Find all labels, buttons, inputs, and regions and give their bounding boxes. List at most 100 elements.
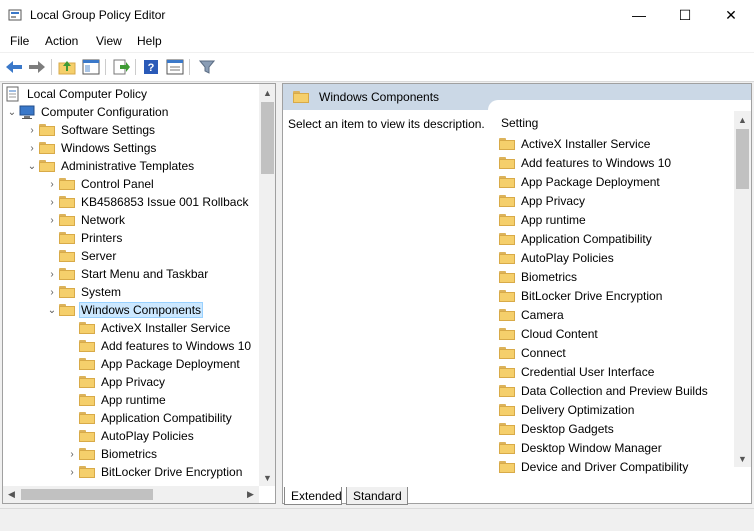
setting-list-item[interactable]: Device and Driver Compatibility	[499, 457, 688, 476]
tree-item[interactable]: Server	[45, 247, 118, 265]
folder-icon	[39, 124, 55, 136]
properties-button[interactable]	[165, 57, 185, 77]
folder-icon	[59, 250, 75, 262]
folder-icon	[499, 384, 515, 397]
setting-list-item[interactable]: App Privacy	[499, 191, 585, 210]
details-pane[interactable]: Windows Components Select an item to vie…	[282, 83, 752, 504]
filter-button[interactable]	[197, 57, 217, 77]
folder-icon	[59, 268, 75, 280]
folder-icon	[59, 304, 75, 316]
tree-item[interactable]: › BitLocker Drive Encryption	[65, 463, 244, 481]
setting-list-item[interactable]: ActiveX Installer Service	[499, 134, 650, 153]
setting-list-item[interactable]: Cloud Content	[499, 324, 598, 343]
setting-list-item[interactable]: Connect	[499, 343, 566, 362]
tree-hscroll-thumb[interactable]	[21, 489, 153, 500]
scroll-down-icon[interactable]: ▼	[734, 450, 751, 467]
setting-list-item[interactable]: Desktop Window Manager	[499, 438, 662, 457]
setting-list-item[interactable]: App runtime	[499, 210, 586, 229]
tree-item[interactable]: › Software Settings	[25, 121, 157, 139]
help-button[interactable]: ?	[141, 57, 161, 77]
title-bar: Local Group Policy Editor — ☐ ✕	[0, 0, 754, 30]
export-list-button[interactable]	[111, 57, 131, 77]
setting-label: Delivery Optimization	[521, 402, 635, 417]
tree-item[interactable]: › Control Panel	[45, 175, 156, 193]
tree-item[interactable]: Application Compatibility	[65, 409, 234, 427]
tree-item[interactable]: App runtime	[65, 391, 168, 409]
tree-item[interactable]: Printers	[45, 229, 124, 247]
menu-action[interactable]: Action	[45, 34, 78, 48]
back-button[interactable]	[4, 57, 24, 77]
scroll-up-icon[interactable]: ▲	[259, 84, 275, 101]
chevron-down-icon[interactable]: ⌄	[5, 107, 19, 118]
setting-list-item[interactable]: Credential User Interface	[499, 362, 654, 381]
setting-list-item[interactable]: Data Collection and Preview Builds	[499, 381, 708, 400]
chevron-right-icon[interactable]: ›	[65, 449, 79, 460]
forward-icon	[29, 61, 45, 73]
console-tree-pane[interactable]: Local Computer Policy ⌄ Computer Configu…	[2, 83, 276, 504]
setting-list-item[interactable]: Add features to Windows 10	[499, 153, 671, 172]
tree-item[interactable]: AutoPlay Policies	[65, 427, 196, 445]
tree-root[interactable]: Local Computer Policy	[5, 85, 149, 103]
menu-help[interactable]: Help	[137, 34, 162, 48]
tree-item[interactable]: ⌄ Administrative Templates	[25, 157, 196, 175]
tree-item[interactable]: App Package Deployment	[65, 355, 242, 373]
scroll-right-icon[interactable]: ▶	[242, 486, 259, 503]
tree-item[interactable]: App Privacy	[65, 373, 167, 391]
tree-item[interactable]: › Windows Settings	[25, 139, 158, 157]
up-one-level-button[interactable]	[57, 57, 77, 77]
tree-horizontal-scrollbar[interactable]: ◀ ▶	[3, 486, 259, 503]
setting-list-item[interactable]: Application Compatibility	[499, 229, 652, 248]
menu-file[interactable]: File	[10, 34, 29, 48]
chevron-right-icon[interactable]: ›	[25, 143, 39, 154]
chevron-right-icon[interactable]: ›	[25, 125, 39, 136]
close-button[interactable]: ✕	[708, 0, 754, 30]
scroll-down-icon[interactable]: ▼	[259, 469, 275, 486]
tab-extended[interactable]: Extended	[284, 487, 342, 505]
chevron-right-icon[interactable]: ›	[45, 287, 59, 298]
tree-item[interactable]: ⌄ Windows Components	[45, 301, 204, 319]
menu-view[interactable]: View	[96, 34, 122, 48]
setting-column-header[interactable]: Setting	[501, 116, 538, 130]
tree-item-label: Administrative Templates	[61, 159, 195, 173]
maximize-button[interactable]: ☐	[662, 0, 708, 30]
tree-vscroll-thumb[interactable]	[261, 102, 274, 174]
tab-standard[interactable]: Standard	[346, 487, 408, 505]
tree-item[interactable]: › Network	[45, 211, 127, 229]
setting-list-item[interactable]: BitLocker Drive Encryption	[499, 286, 662, 305]
chevron-down-icon[interactable]: ⌄	[25, 161, 39, 172]
tree-item[interactable]: › Start Menu and Taskbar	[45, 265, 210, 283]
setting-list-item[interactable]: App Package Deployment	[499, 172, 660, 191]
details-vertical-scrollbar[interactable]: ▲ ▼	[734, 111, 751, 467]
chevron-right-icon[interactable]: ›	[45, 269, 59, 280]
scroll-left-icon[interactable]: ◀	[3, 486, 20, 503]
tree-item-label: App Package Deployment	[101, 357, 240, 371]
show-hide-console-tree-button[interactable]	[81, 57, 101, 77]
setting-list-item[interactable]: Desktop Gadgets	[499, 419, 614, 438]
chevron-right-icon[interactable]: ›	[45, 197, 59, 208]
tree-item-label: Start Menu and Taskbar	[81, 267, 209, 281]
details-vscroll-thumb[interactable]	[736, 129, 749, 189]
computer-icon	[19, 105, 35, 119]
tree-item[interactable]: › System	[45, 283, 123, 301]
tree-vertical-scrollbar[interactable]: ▲ ▼	[259, 84, 275, 486]
details-header-title: Windows Components	[319, 90, 440, 104]
setting-list-item[interactable]: AutoPlay Policies	[499, 248, 614, 267]
forward-button[interactable]	[27, 57, 47, 77]
tree-root-label: Local Computer Policy	[27, 87, 148, 101]
tree-item[interactable]: ActiveX Installer Service	[65, 319, 232, 337]
chevron-right-icon[interactable]: ›	[65, 467, 79, 478]
tree-item[interactable]: › Biometrics	[65, 445, 159, 463]
setting-list-item[interactable]: Biometrics	[499, 267, 577, 286]
setting-label: AutoPlay Policies	[521, 250, 614, 265]
tree-item[interactable]: Add features to Windows 10	[65, 337, 253, 355]
folder-icon	[499, 346, 515, 359]
setting-list-item[interactable]: Camera	[499, 305, 564, 324]
tree-item-computer-configuration[interactable]: ⌄ Computer Configuration	[5, 103, 170, 121]
minimize-button[interactable]: —	[616, 0, 662, 30]
chevron-right-icon[interactable]: ›	[45, 215, 59, 226]
chevron-right-icon[interactable]: ›	[45, 179, 59, 190]
scroll-up-icon[interactable]: ▲	[734, 111, 751, 128]
setting-list-item[interactable]: Delivery Optimization	[499, 400, 634, 419]
tree-item[interactable]: › KB4586853 Issue 001 Rollback	[45, 193, 250, 211]
chevron-down-icon[interactable]: ⌄	[45, 305, 59, 316]
